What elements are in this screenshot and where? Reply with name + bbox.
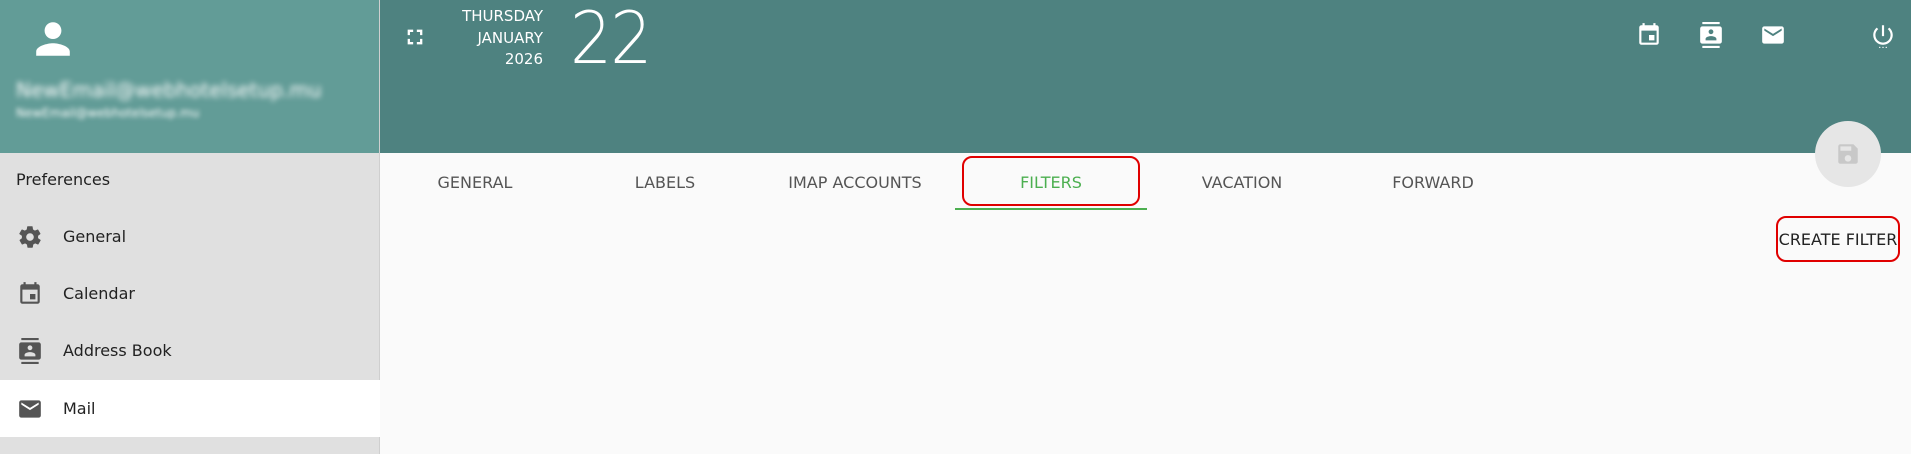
mail-icon[interactable] bbox=[1760, 22, 1786, 48]
sidebar: NewEmail@webhotelsetup.mu NewEmail@webho… bbox=[0, 0, 380, 454]
active-tab-indicator bbox=[955, 208, 1147, 210]
user-box: NewEmail@webhotelsetup.mu NewEmail@webho… bbox=[0, 0, 379, 153]
date-text: THURSDAY JANUARY 2026 bbox=[380, 6, 543, 71]
sidebar-item-general[interactable]: General bbox=[0, 208, 380, 265]
day-number: 22 bbox=[570, 0, 652, 80]
tab-general[interactable]: GENERAL bbox=[380, 153, 570, 211]
year-label: 2026 bbox=[504, 50, 543, 68]
sidebar-item-label: Calendar bbox=[63, 284, 135, 303]
save-button[interactable] bbox=[1815, 121, 1881, 187]
sidebar-item-label: Address Book bbox=[63, 341, 172, 360]
filters-tab-highlight bbox=[962, 156, 1140, 206]
sidebar-item-mail[interactable]: Mail bbox=[0, 380, 380, 437]
sidebar-item-calendar[interactable]: Calendar bbox=[0, 265, 380, 322]
weekday-label: THURSDAY bbox=[462, 7, 543, 25]
tab-vacation[interactable]: VACATION bbox=[1147, 153, 1337, 211]
sidebar-item-label: Mail bbox=[63, 399, 96, 418]
mail-icon bbox=[17, 396, 43, 422]
calendar-icon bbox=[17, 281, 43, 307]
preferences-title: Preferences bbox=[16, 170, 111, 189]
contacts-icon[interactable] bbox=[1698, 22, 1724, 48]
sidebar-item-label: General bbox=[63, 227, 127, 246]
create-filter-highlight bbox=[1776, 216, 1900, 262]
top-header: THURSDAY JANUARY 2026 22 bbox=[380, 0, 1911, 153]
tab-imap-accounts[interactable]: IMAP ACCOUNTS bbox=[760, 153, 950, 211]
tab-forward[interactable]: FORWARD bbox=[1337, 153, 1529, 211]
user-email: NewEmail@webhotelsetup.mu bbox=[16, 78, 322, 102]
gear-icon bbox=[17, 224, 43, 250]
calendar-icon[interactable] bbox=[1636, 22, 1662, 48]
user-email-secondary: NewEmail@webhotelsetup.mu bbox=[16, 106, 200, 120]
save-icon bbox=[1838, 144, 1858, 164]
power-icon[interactable] bbox=[1870, 22, 1896, 48]
month-label: JANUARY bbox=[477, 28, 543, 47]
tab-labels[interactable]: LABELS bbox=[570, 153, 760, 211]
user-avatar-icon bbox=[36, 22, 70, 56]
sidebar-item-address-book[interactable]: Address Book bbox=[0, 322, 380, 379]
tabs-bar: GENERAL LABELS IMAP ACCOUNTS FILTERS VAC… bbox=[380, 153, 1911, 213]
contacts-icon bbox=[17, 337, 43, 364]
